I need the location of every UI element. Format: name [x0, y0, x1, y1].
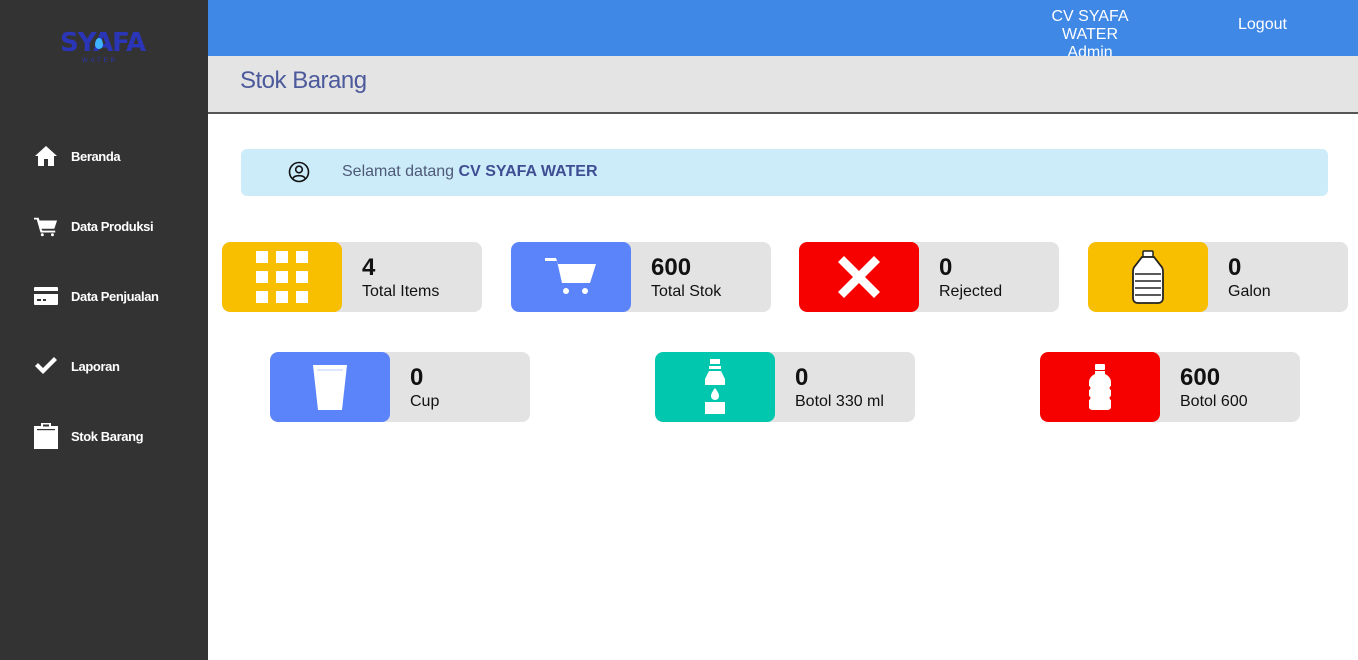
welcome-prefix: Selamat datang — [342, 163, 455, 180]
sidebar-item-label: Data Penjualan — [71, 288, 159, 304]
cup-icon — [270, 352, 390, 422]
welcome-text: Selamat datang CV SYAFA WATER — [342, 163, 598, 181]
sidebar: SYAFA WATER Beranda Data Produksi Data P… — [0, 0, 208, 660]
stat-value: 600 — [1180, 364, 1221, 391]
stat-label: Cup — [410, 393, 440, 410]
sidebar-item-laporan[interactable]: Laporan — [34, 353, 120, 379]
sidebar-item-beranda[interactable]: Beranda — [34, 143, 121, 169]
stat-label: Total Stok — [651, 283, 722, 300]
grid-icon — [222, 242, 342, 312]
sidebar-item-data-produksi[interactable]: Data Produksi — [34, 213, 154, 239]
user-info: CV SYAFA WATER Admin — [1026, 8, 1154, 62]
stat-card-botol-330: 0 Botol 330 ml — [655, 352, 915, 422]
stat-label: Total Items — [362, 283, 440, 300]
clipboard-icon — [34, 423, 58, 449]
stat-label: Botol 330 ml — [795, 393, 884, 410]
check-icon — [34, 354, 58, 378]
stat-value: 0 — [1228, 254, 1242, 281]
logo[interactable]: SYAFA WATER — [60, 26, 152, 66]
water-drop-icon — [95, 38, 103, 49]
credit-card-icon — [34, 284, 58, 308]
cart-icon — [34, 214, 58, 238]
sidebar-item-data-penjualan[interactable]: Data Penjualan — [34, 283, 159, 309]
bottle-icon — [655, 352, 775, 422]
sidebar-item-label: Laporan — [71, 358, 120, 374]
top-bar: CV SYAFA WATER Admin Logout — [208, 0, 1358, 61]
welcome-name: CV SYAFA WATER — [458, 163, 598, 180]
welcome-banner: Selamat datang CV SYAFA WATER — [241, 149, 1328, 196]
sidebar-item-stok-barang[interactable]: Stok Barang — [34, 423, 144, 449]
gallon-icon — [1088, 242, 1208, 312]
user-circle-icon — [288, 161, 310, 183]
logo-subtext: WATER — [82, 58, 118, 64]
home-icon — [34, 144, 58, 168]
sidebar-item-label: Data Produksi — [71, 218, 154, 234]
stat-value: 0 — [939, 254, 953, 281]
company-name: CV SYAFA WATER — [1051, 8, 1129, 43]
stat-label: Botol 600 — [1180, 393, 1248, 410]
stat-label: Rejected — [939, 283, 1003, 300]
stat-value: 4 — [362, 254, 376, 281]
stat-card-total-stok: 600 Total Stok — [511, 242, 771, 312]
stat-value: 0 — [795, 364, 809, 391]
sidebar-item-label: Beranda — [71, 148, 121, 164]
stat-card-galon: 0 Galon — [1088, 242, 1348, 312]
logout-link[interactable]: Logout — [1238, 16, 1287, 34]
stat-card-botol-600: 600 Botol 600 — [1040, 352, 1300, 422]
page-title: Stok Barang — [240, 67, 367, 94]
stat-card-cup: 0 Cup — [270, 352, 530, 422]
x-icon — [799, 242, 919, 312]
bottle-icon — [1040, 352, 1160, 422]
cart-icon — [511, 242, 631, 312]
stat-card-total-items: 4 Total Items — [222, 242, 482, 312]
stat-value: 0 — [410, 364, 424, 391]
sidebar-item-label: Stok Barang — [71, 428, 144, 444]
stat-card-rejected: 0 Rejected — [799, 242, 1059, 312]
stat-value: 600 — [651, 254, 692, 281]
stat-label: Galon — [1228, 283, 1271, 300]
title-bar: Stok Barang — [208, 56, 1358, 114]
